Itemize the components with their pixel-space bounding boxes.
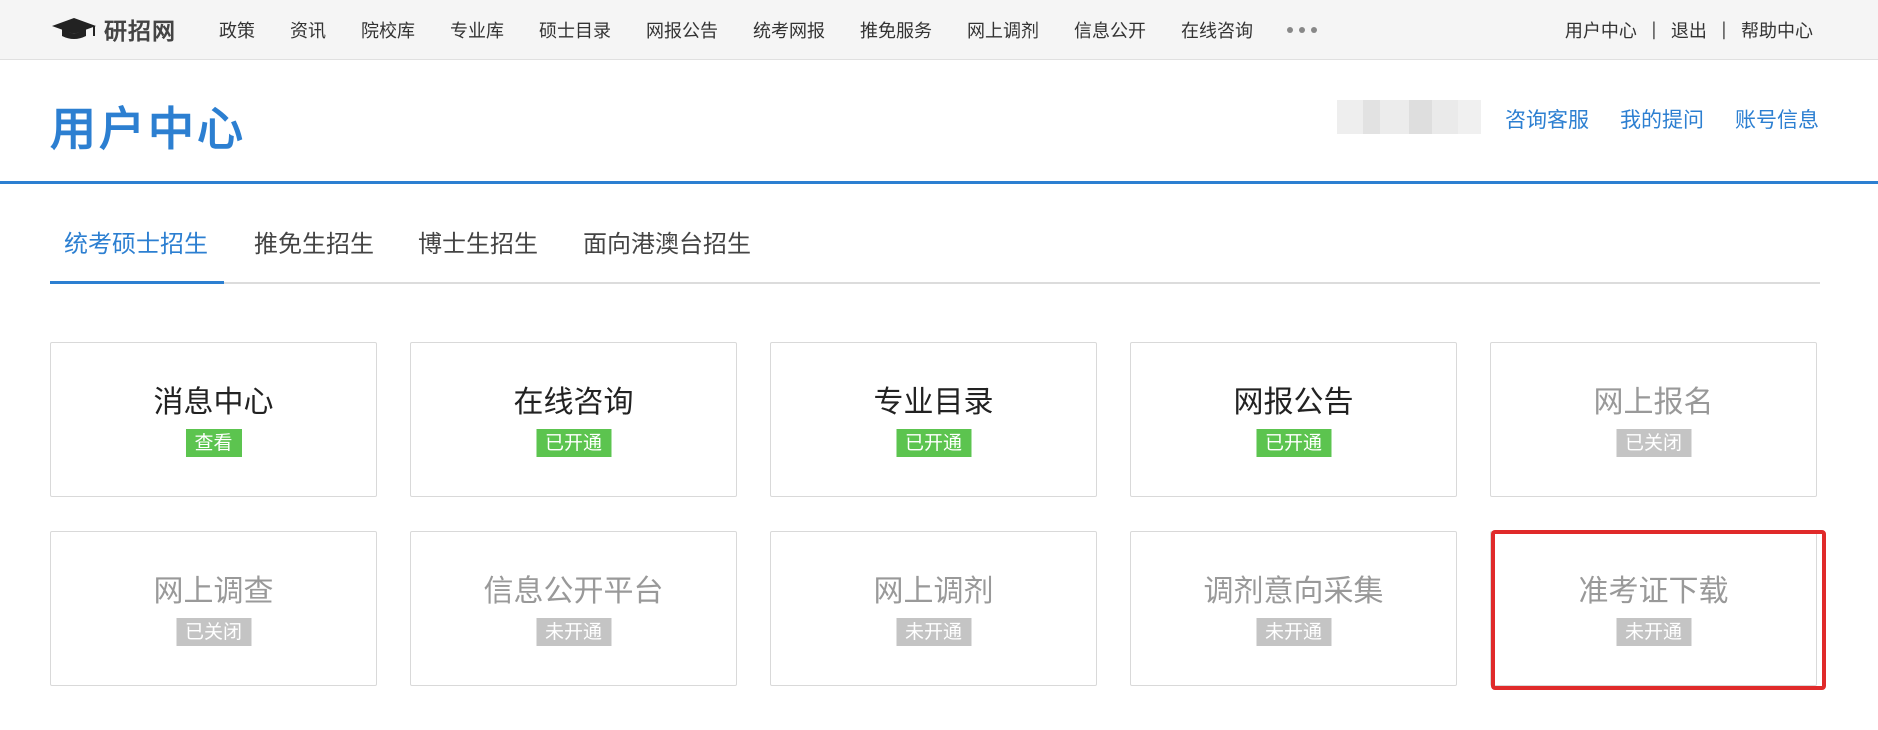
nav-item-info-disclosure[interactable]: 信息公开 <box>1074 17 1146 43</box>
link-separator: | <box>1720 19 1727 40</box>
card-title: 网上报名 <box>1593 385 1714 420</box>
card-online-consult[interactable]: 在线咨询 已开通 <box>410 342 737 497</box>
my-questions-link[interactable]: 我的提问 <box>1620 104 1704 134</box>
page-title: 用户中心 <box>50 102 246 156</box>
card-title: 网上调剂 <box>873 574 994 609</box>
card-major-catalog[interactable]: 专业目录 已开通 <box>770 342 1097 497</box>
card-admission-ticket-download[interactable]: 准考证下载 未开通 <box>1490 531 1817 686</box>
card-message-center[interactable]: 消息中心 查看 <box>50 342 377 497</box>
card-online-adjustment[interactable]: 网上调剂 未开通 <box>770 531 1097 686</box>
card-title: 在线咨询 <box>513 385 634 420</box>
nav-item-recommend-service[interactable]: 推免服务 <box>860 17 932 43</box>
status-badge: 已关闭 <box>175 618 252 646</box>
nav-item-registration-notice[interactable]: 网报公告 <box>646 17 718 43</box>
card-title: 信息公开平台 <box>483 574 664 609</box>
help-center-link[interactable]: 帮助中心 <box>1741 17 1813 43</box>
status-badge: 查看 <box>185 429 242 457</box>
user-center-link[interactable]: 用户中心 <box>1565 17 1637 43</box>
nav-item-master-catalog[interactable]: 硕士目录 <box>539 17 611 43</box>
card-title: 消息中心 <box>153 385 274 420</box>
nav-item-online-consult[interactable]: 在线咨询 <box>1181 17 1253 43</box>
page-header: 用户中心 咨询客服 我的提问 账号信息 <box>0 60 1878 184</box>
nav-item-exam-registration[interactable]: 统考网报 <box>753 17 825 43</box>
active-tab-indicator <box>50 281 224 284</box>
graduation-cap-icon <box>50 16 98 42</box>
nav-item-online-adjustment[interactable]: 网上调剂 <box>967 17 1039 43</box>
main-nav: 政策 资讯 院校库 专业库 硕士目录 网报公告 统考网报 推免服务 网上调剂 信… <box>219 0 1317 59</box>
card-adjustment-intent[interactable]: 调剂意向采集 未开通 <box>1130 531 1457 686</box>
link-separator: | <box>1650 19 1657 40</box>
card-info-disclosure-platform[interactable]: 信息公开平台 未开通 <box>410 531 737 686</box>
blurred-username <box>1337 100 1481 134</box>
nav-item-policy[interactable]: 政策 <box>219 17 255 43</box>
nav-item-major-library[interactable]: 专业库 <box>450 17 504 43</box>
tab-doctoral[interactable]: 博士生招生 <box>418 224 538 259</box>
logout-link[interactable]: 退出 <box>1671 17 1707 43</box>
site-logo[interactable]: 研招网 <box>50 14 176 45</box>
customer-service-link[interactable]: 咨询客服 <box>1505 104 1589 134</box>
tab-recommended-student[interactable]: 推免生招生 <box>254 224 374 259</box>
tab-unified-master[interactable]: 统考硕士招生 <box>64 224 208 259</box>
card-online-registration[interactable]: 网上报名 已关闭 <box>1490 342 1817 497</box>
card-online-survey[interactable]: 网上调查 已关闭 <box>50 531 377 686</box>
card-title: 网报公告 <box>1233 385 1354 420</box>
status-badge: 已开通 <box>1255 429 1332 457</box>
status-badge: 未开通 <box>1615 618 1692 646</box>
top-navigation-bar: 研招网 政策 资讯 院校库 专业库 硕士目录 网报公告 统考网报 推免服务 网上… <box>0 0 1878 60</box>
site-logo-text: 研招网 <box>104 18 176 45</box>
status-badge: 未开通 <box>535 618 612 646</box>
card-title: 调剂意向采集 <box>1203 574 1384 609</box>
status-badge: 已开通 <box>895 429 972 457</box>
status-badge: 未开通 <box>1255 618 1332 646</box>
card-registration-notice[interactable]: 网报公告 已开通 <box>1130 342 1457 497</box>
tab-hk-macao-taiwan[interactable]: 面向港澳台招生 <box>583 224 751 259</box>
admission-tabs: 统考硕士招生 推免生招生 博士生招生 面向港澳台招生 <box>50 212 1820 284</box>
status-badge: 未开通 <box>895 618 972 646</box>
account-info-link[interactable]: 账号信息 <box>1735 104 1819 134</box>
top-user-links: 用户中心 | 退出 | 帮助中心 <box>1565 0 1813 59</box>
header-links: 咨询客服 我的提问 账号信息 <box>1474 104 1819 134</box>
card-title: 准考证下载 <box>1578 574 1729 609</box>
more-menu-icon[interactable] <box>1287 26 1317 33</box>
status-badge: 已开通 <box>535 429 612 457</box>
card-title: 网上调查 <box>153 574 274 609</box>
status-badge: 已关闭 <box>1615 429 1692 457</box>
card-title: 专业目录 <box>873 385 994 420</box>
nav-item-news[interactable]: 资讯 <box>290 17 326 43</box>
nav-item-school-library[interactable]: 院校库 <box>361 17 415 43</box>
